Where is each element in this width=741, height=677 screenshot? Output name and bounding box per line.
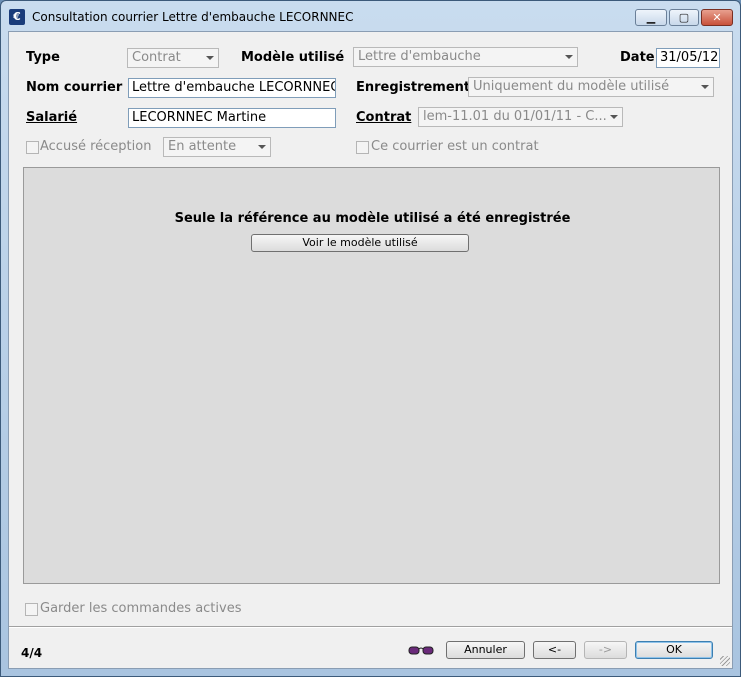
contrat-select[interactable]: lem-11.01 du 01/01/11 - C... (418, 107, 623, 127)
nom-courrier-label: Nom courrier (26, 80, 123, 95)
accuse-status-value: En attente (168, 139, 237, 154)
type-select[interactable]: Contrat (127, 48, 219, 68)
dialog-window: € Consultation courrier Lettre d'embauch… (0, 0, 741, 677)
date-label: Date (620, 50, 655, 65)
glasses-icon[interactable] (408, 644, 434, 656)
window-title: Consultation courrier Lettre d'embauche … (32, 10, 354, 24)
panel-message: Seule la référence au modèle utilisé a é… (174, 211, 571, 226)
page-indicator: 4/4 (21, 646, 43, 660)
chevron-down-icon (206, 56, 214, 60)
chevron-down-icon (610, 115, 618, 119)
previous-button[interactable]: <- (533, 641, 576, 659)
title-bar[interactable]: € Consultation courrier Lettre d'embauch… (1, 1, 740, 31)
maximize-icon: ▢ (678, 11, 690, 24)
next-button[interactable]: -> (584, 641, 627, 659)
type-label: Type (26, 50, 60, 65)
chevron-down-icon (565, 55, 573, 59)
salarie-field[interactable]: LECORNNEC Martine (128, 108, 336, 128)
minimize-icon: ▁ (646, 11, 656, 24)
accuse-reception-label: Accusé réception (40, 139, 152, 154)
type-value: Contrat (132, 50, 181, 65)
minimize-button[interactable]: ▁ (635, 9, 667, 26)
app-icon: € (9, 9, 25, 25)
close-icon: ✕ (712, 11, 722, 24)
chevron-down-icon (258, 145, 266, 149)
modele-select[interactable]: Lettre d'embauche (353, 47, 578, 67)
dialog-client-area: Type Contrat Modèle utilisé Lettre d'emb… (8, 31, 733, 669)
chevron-down-icon (701, 85, 709, 89)
accuse-reception-checkbox[interactable] (26, 141, 39, 154)
close-button[interactable]: ✕ (701, 9, 733, 26)
modele-value: Lettre d'embauche (358, 49, 481, 64)
maximize-button[interactable]: ▢ (669, 9, 699, 26)
salarie-link[interactable]: Salarié (26, 110, 77, 125)
date-field[interactable]: 31/05/12 (656, 48, 720, 68)
enregistrement-value: Uniquement du modèle utilisé (473, 79, 670, 94)
accuse-status-select[interactable]: En attente (163, 137, 271, 157)
est-contrat-label: Ce courrier est un contrat (371, 139, 539, 154)
contrat-link[interactable]: Contrat (356, 110, 411, 125)
enregistrement-label: Enregistrement (356, 80, 471, 95)
voir-modele-button[interactable]: Voir le modèle utilisé (251, 234, 469, 252)
content-panel: Seule la référence au modèle utilisé a é… (23, 167, 720, 584)
annuler-button[interactable]: Annuler (446, 641, 525, 659)
footer-bar: 4/4 Annuler <- -> OK (9, 628, 732, 668)
contrat-value: lem-11.01 du 01/01/11 - C... (423, 109, 607, 124)
modele-label: Modèle utilisé (241, 50, 345, 65)
ok-button[interactable]: OK (635, 641, 713, 659)
est-contrat-checkbox[interactable] (356, 141, 369, 154)
garder-commandes-checkbox[interactable] (25, 603, 38, 616)
garder-commandes-label: Garder les commandes actives (40, 601, 242, 616)
nom-courrier-field[interactable]: Lettre d'embauche LECORNNEC (128, 78, 336, 98)
resize-grip[interactable] (720, 656, 730, 666)
enregistrement-select[interactable]: Uniquement du modèle utilisé (468, 77, 714, 97)
